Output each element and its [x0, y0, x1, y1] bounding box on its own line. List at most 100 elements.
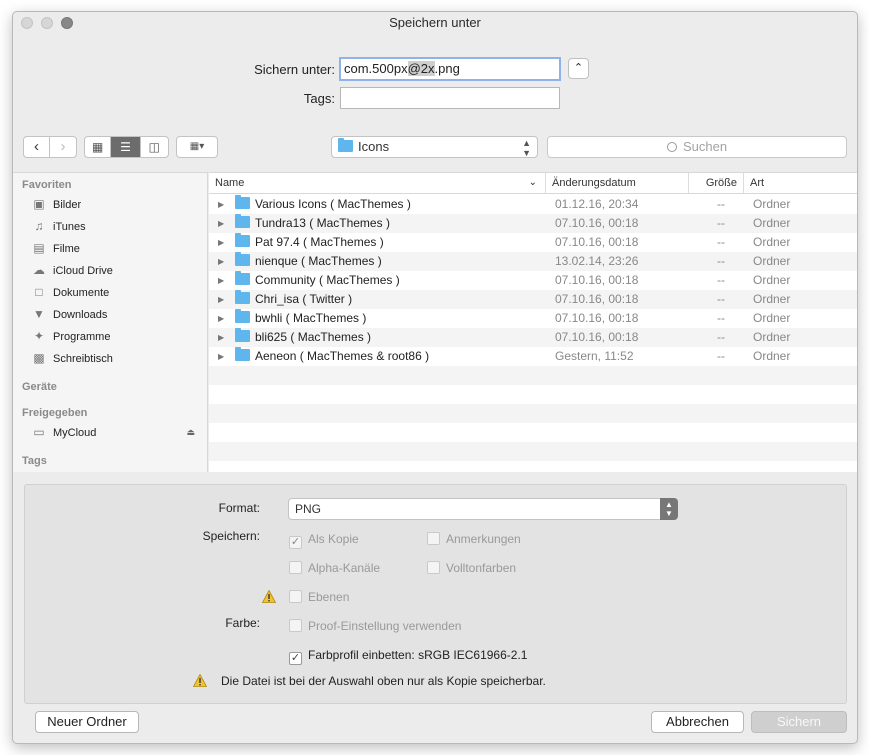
disclosure-triangle-icon[interactable]: ▶ — [218, 233, 224, 252]
row-name-label: Tundra13 ( MacThemes ) — [255, 216, 390, 230]
arrange-grid-icon: ▦▾ — [189, 141, 205, 152]
sidebar-item-label: Bilder — [53, 199, 82, 211]
search-field[interactable]: Suchen — [547, 136, 847, 158]
sidebar-item-mycloud[interactable]: ▭ MyCloud ⏏ — [31, 422, 201, 442]
table-row[interactable]: ▶ Pat 97.4 ( MacThemes ) 07.10.16, 00:18 --… — [209, 233, 857, 252]
location-popup[interactable]: Icons ▲ ▼ — [331, 136, 538, 158]
row-date: 07.10.16, 00:18 — [555, 235, 639, 249]
as-copy-label: Als Kopie — [308, 532, 359, 546]
disclosure-triangle-icon[interactable]: ▶ — [218, 347, 224, 366]
document-icon: □ — [35, 285, 43, 299]
monitor-icon: ▭ — [33, 425, 45, 439]
table-row[interactable]: ▶ Various Icons ( MacThemes ) 01.12.16, 20… — [209, 195, 857, 214]
camera-icon: ▣ — [33, 197, 45, 211]
disclosure-triangle-icon[interactable]: ▶ — [218, 214, 224, 233]
table-row[interactable]: ▶ bwhli ( MacThemes ) 07.10.16, 00:18 -- Ord… — [209, 309, 857, 328]
filename-field[interactable]: com.500px@2x.png — [339, 57, 561, 81]
sidebar-item-schreibtisch[interactable]: ▩ Schreibtisch — [31, 348, 113, 368]
sidebar-item-filme[interactable]: ▤ Filme — [31, 238, 80, 258]
zoom-window-button[interactable] — [61, 17, 73, 29]
table-row[interactable]: ▶ nienque ( MacThemes ) 13.02.14, 23:26 -- O… — [209, 252, 857, 271]
row-size: -- — [717, 235, 725, 249]
save-dialog: Speichern unter Sichern unter: com.500px… — [12, 11, 858, 744]
row-name-label: nienque ( MacThemes ) — [255, 254, 382, 268]
location-label: Icons — [358, 139, 390, 154]
back-button[interactable]: ‹ — [24, 137, 50, 157]
sidebar-item-downloads[interactable]: ▼ Downloads — [31, 304, 107, 324]
disclosure-triangle-icon[interactable]: ▶ — [218, 309, 224, 328]
sidebar-item-label: MyCloud — [53, 427, 97, 439]
disclosure-triangle-icon[interactable]: ▶ — [218, 252, 224, 271]
sidebar-item-programme[interactable]: ✦ Programme — [31, 326, 111, 346]
sidebar-item-itunes[interactable]: ♫ iTunes — [31, 216, 86, 236]
table-row[interactable]: ▶ Chri_isa ( Twitter ) 07.10.16, 00:18 -- Or… — [209, 290, 857, 309]
row-name: nienque ( MacThemes ) — [235, 252, 382, 271]
table-row[interactable]: ▶ Aeneon ( MacThemes & root86 ) Gestern, 1… — [209, 347, 857, 366]
icon-view-button[interactable]: ▦ — [85, 137, 112, 157]
proof-checkbox[interactable]: Proof-Einstellung verwenden — [289, 619, 461, 633]
table-row[interactable]: ▶ Tundra13 ( MacThemes ) 07.10.16, 00:18 --… — [209, 214, 857, 233]
row-name-label: Various Icons ( MacThemes ) — [255, 197, 411, 211]
updown-arrows-icon: ▲ ▼ — [522, 138, 531, 158]
close-window-button[interactable] — [21, 17, 33, 29]
music-note-icon: ♫ — [34, 219, 44, 233]
row-kind: Ordner — [753, 349, 791, 363]
sidebar-item-icloud-drive[interactable]: ☁ iCloud Drive — [31, 260, 113, 280]
row-name: Various Icons ( MacThemes ) — [235, 195, 411, 214]
arrange-button[interactable]: ▦▾ — [176, 136, 218, 158]
folder-icon — [235, 195, 250, 209]
row-size: -- — [717, 216, 725, 230]
sidebar-item-bilder[interactable]: ▣ Bilder — [31, 194, 81, 214]
alpha-label: Alpha-Kanäle — [308, 561, 381, 575]
options-panel: Format: PNG ▲ ▼ Speichern: ✓ Als Kopie Anm… — [24, 484, 847, 704]
row-name: Pat 97.4 ( MacThemes ) — [235, 233, 384, 252]
minimize-window-button[interactable] — [41, 17, 53, 29]
embed-profile-checkbox[interactable]: ✓ Farbprofil einbetten: sRGB IEC61966-2.1 — [289, 648, 527, 665]
row-size: -- — [717, 311, 725, 325]
row-kind: Ordner — [753, 235, 791, 249]
as-copy-checkbox[interactable]: ✓ Als Kopie — [289, 532, 359, 549]
column-header-size[interactable]: Größe — [688, 173, 743, 194]
sidebar-item-label: Programme — [53, 331, 111, 343]
folder-icon — [235, 271, 250, 285]
sidebar-item-dokumente[interactable]: □ Dokumente — [31, 282, 109, 302]
column-view-button[interactable]: ◫ — [141, 137, 168, 157]
row-name-label: Aeneon ( MacThemes & root86 ) — [255, 349, 430, 363]
format-value: PNG — [295, 502, 322, 516]
new-folder-button[interactable]: Neuer Ordner — [35, 711, 139, 733]
column-header-name[interactable]: Name ⌄ — [209, 173, 545, 194]
disclosure-triangle-icon[interactable]: ▶ — [218, 290, 224, 309]
table-row[interactable]: ▶ Community ( MacThemes ) 07.10.16, 00:18 -… — [209, 271, 857, 290]
format-popup[interactable]: PNG ▲ ▼ — [288, 498, 678, 520]
cancel-button[interactable]: Abbrechen — [651, 711, 744, 733]
column-header-kind[interactable]: Art — [743, 173, 857, 194]
disclosure-triangle-icon[interactable]: ▶ — [218, 328, 224, 347]
checkbox-box — [289, 590, 302, 603]
annotations-checkbox[interactable]: Anmerkungen — [427, 532, 521, 546]
cloud-icon: ☁ — [33, 263, 45, 277]
table-row[interactable]: ▶ bli625 ( MacThemes ) 07.10.16, 00:18 -- Or… — [209, 328, 857, 347]
checkmark-icon: ✓ — [289, 652, 302, 665]
download-icon: ▼ — [33, 307, 45, 321]
format-label: Format: — [218, 501, 260, 515]
sidebar-item-label: Dokumente — [53, 287, 110, 299]
spot-colors-label: Volltonfarben — [446, 561, 517, 575]
layers-checkbox[interactable]: Ebenen — [289, 590, 349, 604]
forward-button[interactable]: › — [50, 137, 76, 157]
save-as-label: Sichern unter: — [254, 62, 335, 77]
checkbox-box — [289, 561, 302, 574]
annotations-label: Anmerkungen — [446, 532, 521, 546]
list-view-button[interactable]: ☰ — [111, 137, 141, 157]
alpha-checkbox[interactable]: Alpha-Kanäle — [289, 561, 380, 575]
expand-dialog-button[interactable]: ⌃ — [568, 58, 589, 79]
disclosure-triangle-icon[interactable]: ▶ — [218, 271, 224, 290]
column-header-date[interactable]: Änderungsdatum — [545, 173, 688, 194]
row-size: -- — [717, 273, 725, 287]
tags-field[interactable] — [340, 87, 560, 109]
row-size: -- — [717, 330, 725, 344]
save-button[interactable]: Sichern — [751, 711, 847, 733]
disclosure-triangle-icon[interactable]: ▶ — [218, 195, 224, 214]
search-icon — [666, 142, 677, 152]
spot-colors-checkbox[interactable]: Volltonfarben — [427, 561, 516, 575]
eject-icon[interactable]: ⏏ — [186, 422, 195, 442]
